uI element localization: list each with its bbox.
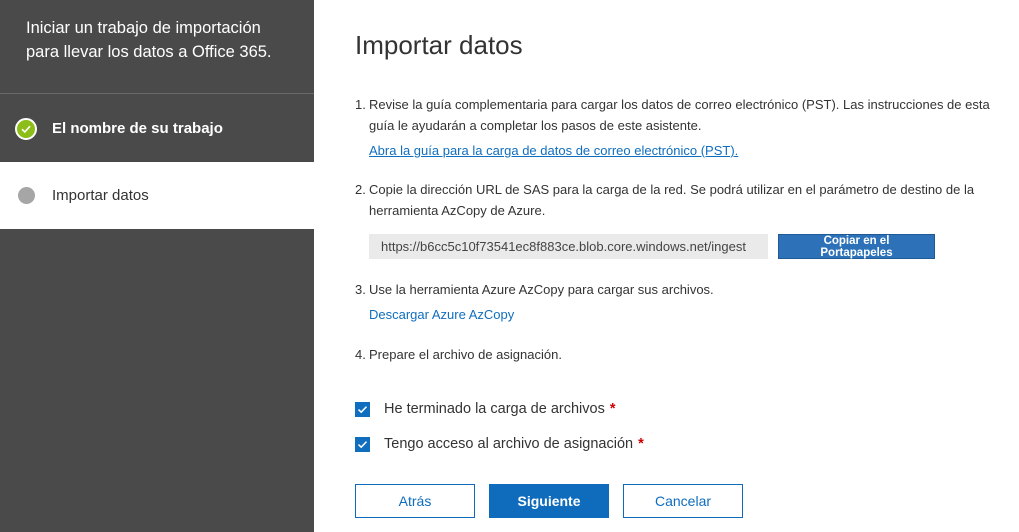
step-number: 3. (355, 282, 366, 297)
sas-url-row: https://b6cc5c10f73541ec8f883ce.blob.cor… (369, 234, 935, 259)
next-button[interactable]: Siguiente (489, 484, 609, 518)
required-marker: * (638, 436, 644, 452)
checkbox-label: He terminado la carga de archivos (384, 401, 605, 417)
sidebar-header: Iniciar un trabajo de importación para l… (0, 0, 314, 94)
step-text: Copie la dirección URL de SAS para la ca… (369, 182, 975, 218)
step-number: 4. (355, 347, 366, 362)
step-text: Revise la guía complementaria para carga… (369, 97, 990, 133)
sidebar-step-job-name[interactable]: El nombre de su trabajo (0, 95, 314, 162)
sas-url-field[interactable]: https://b6cc5c10f73541ec8f883ce.blob.cor… (369, 234, 768, 259)
page-title: Importar datos (355, 30, 523, 60)
step-number: 1. (355, 97, 366, 112)
instruction-step-3: 3. Use la herramienta Azure AzCopy para … (355, 279, 995, 325)
instruction-step-1: 1. Revise la guía complementaria para ca… (355, 94, 995, 161)
checkmark-icon (357, 440, 368, 448)
mapping-file-access-checkbox[interactable] (355, 436, 370, 452)
checkbox-label: Tengo acceso al archivo de asignación (384, 436, 634, 452)
instruction-step-4: 4. Prepare el archivo de asignación. (355, 344, 995, 365)
wizard-buttons: Atrás Siguiente Cancelar (355, 484, 743, 518)
cancel-button[interactable]: Cancelar (623, 484, 743, 518)
sidebar-header-line1: Iniciar un trabajo de importación (26, 19, 261, 37)
upload-finished-checkbox[interactable] (355, 401, 370, 417)
wizard-sidebar: Iniciar un trabajo de importación para l… (0, 0, 314, 532)
sidebar-step-label: El nombre de su trabajo (52, 120, 223, 137)
back-button[interactable]: Atrás (355, 484, 475, 518)
circle-icon (18, 187, 35, 204)
sidebar-step-label: Importar datos (52, 187, 149, 204)
upload-finished-checkbox-row[interactable]: He terminado la carga de archivos * (355, 401, 616, 417)
copy-to-clipboard-button[interactable]: Copiar en el Portapapeles (778, 234, 935, 259)
checkmark-icon (357, 405, 368, 413)
instruction-step-2: 2. Copie la dirección URL de SAS para la… (355, 179, 995, 221)
pst-guide-link[interactable]: Abra la guía para la carga de datos de c… (369, 143, 738, 158)
step-text: Prepare el archivo de asignación. (369, 347, 562, 362)
sidebar-header-line2: para llevar los datos a Office 365. (26, 43, 272, 61)
sidebar-step-import-data[interactable]: Importar datos (0, 162, 314, 229)
step-text: Use la herramienta Azure AzCopy para car… (369, 282, 714, 297)
check-circle-icon (15, 117, 37, 140)
download-azcopy-link[interactable]: Descargar Azure AzCopy (369, 307, 514, 322)
step-number: 2. (355, 182, 366, 197)
mapping-file-access-checkbox-row[interactable]: Tengo acceso al archivo de asignación * (355, 436, 644, 452)
required-marker: * (609, 401, 616, 417)
